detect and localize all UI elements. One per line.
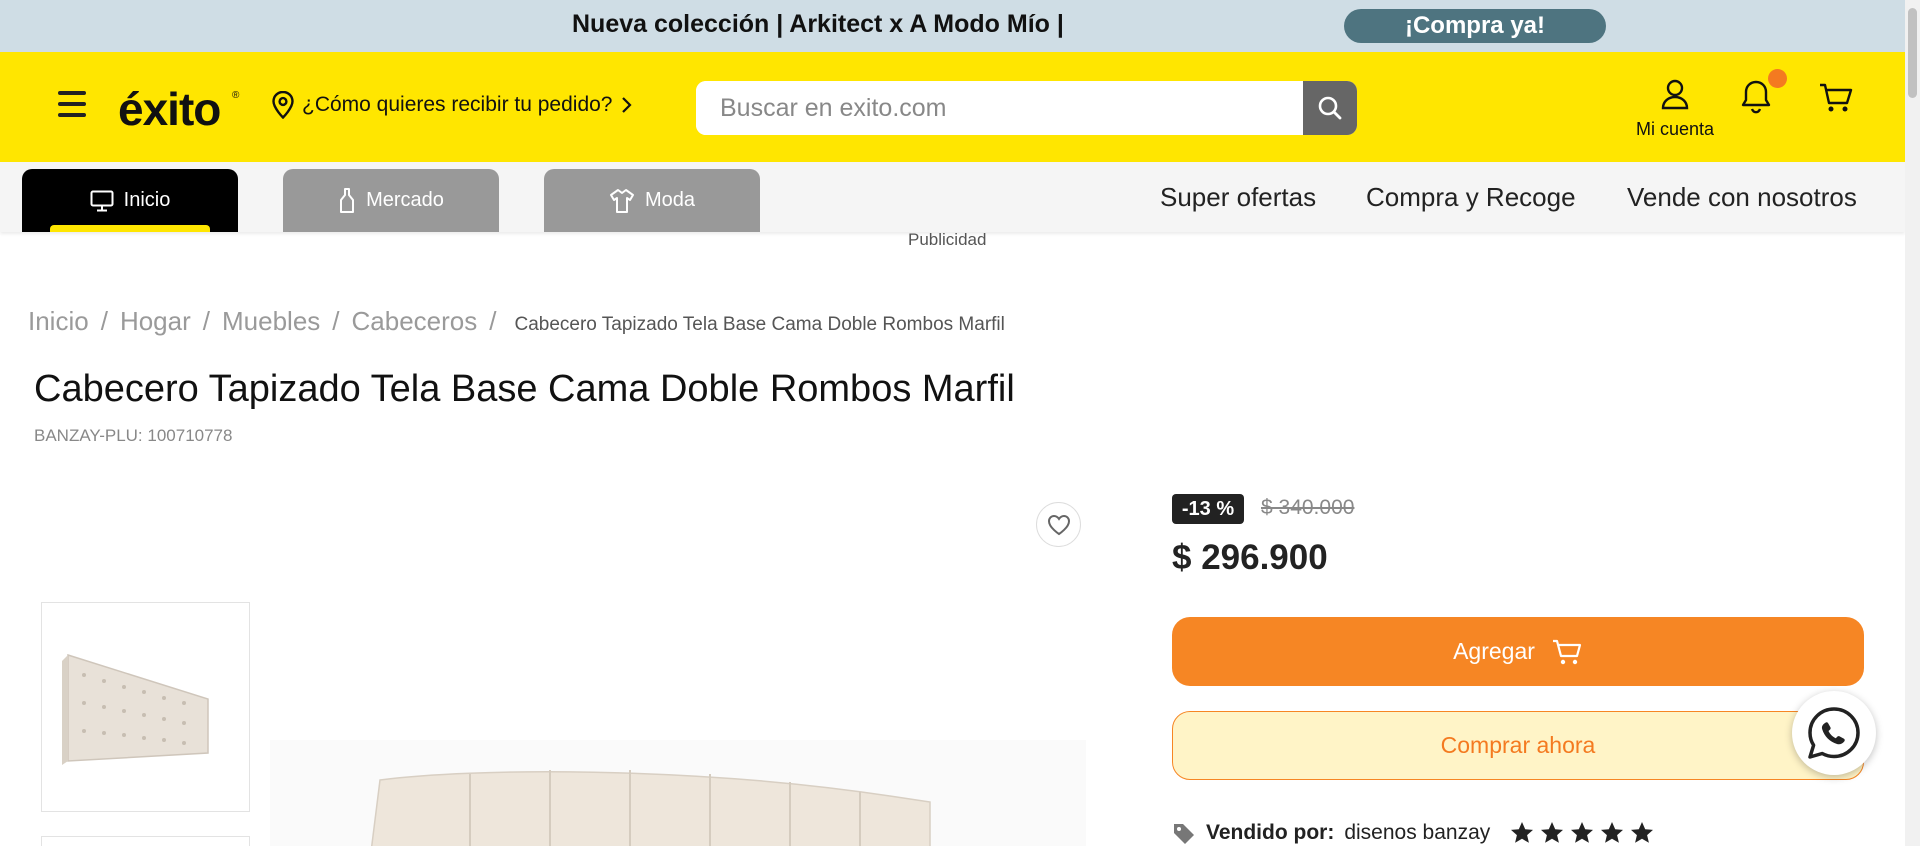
- star-icon: [1631, 822, 1654, 843]
- seller-info: Vendido por: disenos banzay: [1172, 821, 1654, 845]
- cart-icon: [1552, 639, 1582, 664]
- old-price: $ 340.000: [1261, 496, 1355, 519]
- page: Nueva colección | Arkitect x A Modo Mío …: [0, 0, 1905, 846]
- seller-label: Vendido por:: [1206, 821, 1335, 844]
- product-main-image: [270, 740, 1086, 846]
- notifications-button[interactable]: [1740, 79, 1772, 120]
- header: éxito ® ¿Cómo quieres recibir tu pedido?: [0, 52, 1905, 176]
- promo-cta-button[interactable]: ¡Compra ya!: [1344, 9, 1606, 43]
- whatsapp-icon: [1808, 707, 1860, 759]
- tab-inicio[interactable]: Inicio: [22, 169, 238, 232]
- breadcrumb-separator: /: [489, 306, 497, 336]
- product-sku: BANZAY-PLU: 100710778: [34, 426, 233, 445]
- menu-icon[interactable]: [58, 91, 86, 117]
- scrollbar-thumb[interactable]: [1908, 8, 1917, 98]
- star-icon: [1511, 822, 1534, 843]
- bottle-icon: [340, 187, 355, 213]
- search-icon: [1318, 96, 1342, 120]
- breadcrumb-item[interactable]: Muebles: [222, 306, 320, 337]
- breadcrumb-separator: /: [332, 306, 340, 336]
- search-button[interactable]: [1303, 81, 1357, 135]
- location-pin-icon: [272, 91, 294, 119]
- cart-icon: [1820, 83, 1853, 112]
- favorite-button[interactable]: [1036, 502, 1081, 547]
- buy-now-button[interactable]: Comprar ahora: [1172, 711, 1864, 780]
- shirt-icon: [609, 188, 634, 213]
- promo-banner: Nueva colección | Arkitect x A Modo Mío …: [0, 0, 1905, 52]
- breadcrumb-separator: /: [202, 306, 210, 336]
- tab-mercado-label: Mercado: [366, 189, 444, 211]
- product-thumbnail[interactable]: [41, 836, 250, 846]
- nav-link-compra-y-recoge[interactable]: Compra y Recoge: [1366, 182, 1576, 213]
- nav-link-vende-con-nosotros[interactable]: Vende con nosotros: [1627, 182, 1857, 213]
- seller-name[interactable]: disenos banzay: [1344, 821, 1490, 845]
- active-tab-indicator: [50, 225, 210, 232]
- product-title: Cabecero Tapizado Tela Base Cama Doble R…: [34, 368, 1015, 410]
- breadcrumb: Inicio / Hogar / Muebles / Cabeceros / C…: [28, 306, 1005, 337]
- discount-badge: -13 %: [1172, 494, 1244, 524]
- tag-icon: [1174, 824, 1194, 844]
- add-to-cart-button[interactable]: Agregar: [1172, 617, 1864, 686]
- search-bar: [696, 81, 1357, 135]
- price: $ 296.900: [1172, 538, 1328, 577]
- account-button[interactable]: Mi cuenta: [1630, 78, 1720, 140]
- promo-text: Nueva colección | Arkitect x A Modo Mío …: [572, 10, 1064, 38]
- rating-stars: [1510, 821, 1654, 845]
- delivery-prompt: ¿Cómo quieres recibir tu pedido?: [302, 93, 613, 116]
- breadcrumb-item[interactable]: Hogar: [120, 306, 191, 337]
- tab-moda[interactable]: Moda: [544, 169, 760, 232]
- star-icon: [1571, 822, 1594, 843]
- bell-icon: [1741, 80, 1771, 114]
- notification-badge: [1768, 69, 1787, 88]
- breadcrumb-separator: /: [100, 306, 108, 336]
- logo-text: éxito: [118, 83, 221, 135]
- cart-button[interactable]: [1818, 82, 1854, 119]
- star-icon: [1541, 822, 1564, 843]
- breadcrumb-current: Cabecero Tapizado Tela Base Cama Doble R…: [514, 314, 1005, 335]
- add-to-cart-label: Agregar: [1453, 638, 1535, 664]
- star-icon: [1601, 822, 1624, 843]
- tab-inicio-label: Inicio: [123, 189, 171, 211]
- category-nav: Inicio Mercado Moda Super ofertas Compra…: [0, 162, 1905, 232]
- breadcrumb-item[interactable]: Inicio: [28, 306, 89, 337]
- user-icon: [1661, 79, 1689, 110]
- product-thumbnail[interactable]: [41, 602, 250, 812]
- buy-now-label: Comprar ahora: [1440, 732, 1596, 758]
- breadcrumb-item[interactable]: Cabeceros: [352, 306, 478, 337]
- whatsapp-button[interactable]: [1792, 691, 1876, 775]
- monitor-icon: [90, 190, 114, 211]
- logo-registered-mark: ®: [232, 90, 240, 101]
- nav-link-super-ofertas[interactable]: Super ofertas: [1160, 182, 1316, 213]
- page-scrollbar[interactable]: [1905, 0, 1920, 846]
- headboard-image: [42, 603, 249, 811]
- delivery-selector[interactable]: ¿Cómo quieres recibir tu pedido?: [272, 90, 633, 120]
- tab-mercado[interactable]: Mercado: [283, 169, 499, 232]
- heart-icon: [1047, 514, 1070, 535]
- tab-moda-label: Moda: [644, 189, 696, 211]
- ad-label: Publicidad: [908, 230, 987, 249]
- account-label: Mi cuenta: [1635, 119, 1715, 139]
- chevron-right-icon: [621, 97, 632, 113]
- search-input[interactable]: [696, 81, 1303, 135]
